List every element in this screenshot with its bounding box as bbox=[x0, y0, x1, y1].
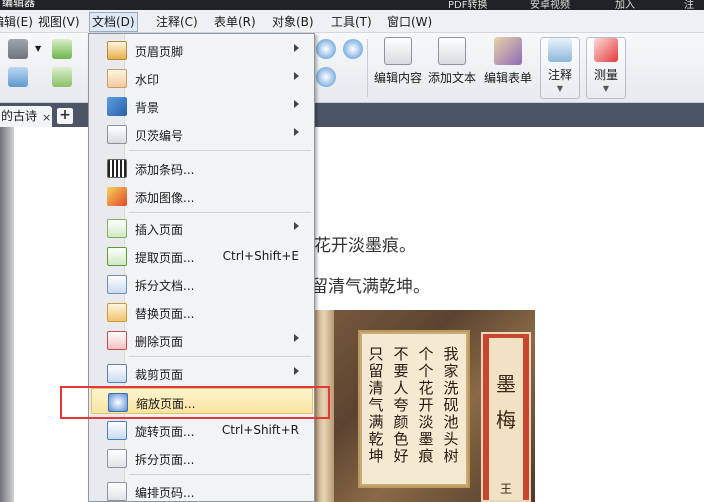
menu-item-split-page[interactable]: 拆分页面... bbox=[91, 445, 313, 471]
join-link[interactable]: 加入 bbox=[615, 0, 635, 10]
zoom-out-icon[interactable] bbox=[343, 39, 363, 59]
barcode-icon bbox=[107, 159, 127, 178]
submenu-arrow-icon bbox=[294, 100, 299, 108]
poem-line-1: 花开淡墨痕。 bbox=[314, 236, 416, 256]
add-text-icon bbox=[438, 37, 466, 65]
forward-icon[interactable] bbox=[52, 67, 72, 87]
add-text-button[interactable]: 添加文本 bbox=[426, 37, 478, 99]
poem-painting: 我家洗砚池头树 个个花开淡墨痕 不要人夸颜色好 只留清气满乾坤 墨梅 王 bbox=[314, 310, 535, 502]
rotate-page-icon bbox=[107, 421, 127, 440]
menu-document[interactable]: 文档(D) bbox=[89, 12, 138, 32]
menu-item-arrange-page-numbers[interactable]: 编排页码... bbox=[91, 478, 313, 501]
add-tab-icon[interactable]: + bbox=[57, 108, 73, 124]
title-bar: 编辑器 PDF转换 安卓视频 加入 注 bbox=[0, 0, 704, 10]
menu-bar: 编辑(E) 视图(V) 文档(D) 注释(C) 表单(R) 对象(B) 工具(T… bbox=[0, 10, 704, 33]
poem-column-4: 只留清气满乾坤 bbox=[368, 345, 384, 465]
register-link[interactable]: 注 bbox=[684, 0, 694, 10]
add-image-icon bbox=[107, 187, 127, 206]
poem-line-2: 留清气满乾坤。 bbox=[311, 277, 430, 297]
poem-author: 王 bbox=[499, 482, 512, 496]
submenu-arrow-icon bbox=[294, 367, 299, 375]
edit-form-icon bbox=[494, 37, 522, 65]
crop-page-icon bbox=[107, 364, 127, 383]
highlight-box bbox=[60, 386, 330, 419]
window-title: 编辑器 bbox=[2, 0, 35, 9]
menu-item-insert-page[interactable]: 插入页面 bbox=[91, 215, 313, 241]
menu-view[interactable]: 视图(V) bbox=[36, 13, 82, 31]
edit-content-button[interactable]: 编辑内容 bbox=[372, 37, 424, 99]
menu-divider bbox=[129, 474, 311, 475]
measure-icon bbox=[594, 38, 618, 62]
submenu-arrow-icon bbox=[294, 222, 299, 230]
poem-title: 墨梅 bbox=[496, 372, 516, 432]
menu-item-rotate-page[interactable]: 旋转页面... Ctrl+Shift+R bbox=[91, 417, 313, 443]
menu-item-watermark[interactable]: 水印 bbox=[91, 65, 313, 91]
submenu-arrow-icon bbox=[294, 128, 299, 136]
edit-content-icon bbox=[384, 37, 412, 65]
menu-item-crop-page[interactable]: 裁剪页面 bbox=[91, 360, 313, 386]
zoom-in-icon[interactable] bbox=[316, 39, 336, 59]
document-menu: 页眉页脚 水印 背景 贝茨编号 添加条码... 添加图像... 插入页面 提取页… bbox=[88, 33, 315, 502]
menu-form[interactable]: 表单(R) bbox=[212, 13, 258, 31]
menu-item-add-image[interactable]: 添加图像... bbox=[91, 183, 313, 209]
split-document-icon bbox=[107, 275, 127, 294]
menu-item-delete-page[interactable]: 删除页面 bbox=[91, 327, 313, 353]
toolbar-separator bbox=[367, 39, 368, 97]
background-icon bbox=[107, 97, 127, 116]
title-panel: 墨梅 王 bbox=[481, 332, 531, 502]
bates-number-icon bbox=[107, 125, 127, 144]
measure-dropdown-icon: ▼ bbox=[602, 84, 610, 93]
annotate-dropdown-icon: ▼ bbox=[556, 84, 564, 93]
submenu-arrow-icon bbox=[294, 72, 299, 80]
menu-item-add-barcode[interactable]: 添加条码... bbox=[91, 155, 313, 181]
replace-page-icon bbox=[107, 303, 127, 322]
delete-page-icon bbox=[107, 331, 127, 350]
menu-item-replace-page[interactable]: 替换页面... bbox=[91, 299, 313, 325]
menu-window[interactable]: 窗口(W) bbox=[385, 13, 434, 31]
watermark-icon bbox=[107, 69, 127, 88]
print-icon[interactable] bbox=[8, 39, 28, 59]
email-icon[interactable] bbox=[8, 67, 28, 87]
page-number-icon bbox=[107, 482, 127, 501]
poem-column-3: 不要人夸颜色好 bbox=[393, 345, 409, 465]
page-edge bbox=[0, 127, 14, 502]
menu-item-split-document[interactable]: 拆分文档... bbox=[91, 271, 313, 297]
poem-column-1: 我家洗砚池头树 bbox=[443, 345, 459, 465]
menu-divider bbox=[129, 150, 311, 151]
close-icon[interactable]: × bbox=[42, 108, 51, 128]
annotate-button[interactable]: 注释 ▼ bbox=[540, 37, 580, 99]
poem-scroll: 我家洗砚池头树 个个花开淡墨痕 不要人夸颜色好 只留清气满乾坤 bbox=[358, 330, 470, 488]
measure-button[interactable]: 测量 ▼ bbox=[586, 37, 626, 99]
submenu-arrow-icon bbox=[294, 334, 299, 342]
insert-page-icon bbox=[107, 219, 127, 238]
split-page-icon bbox=[107, 449, 127, 468]
extract-page-icon bbox=[107, 247, 127, 266]
header-footer-icon bbox=[107, 41, 127, 60]
menu-edit[interactable]: 编辑(E) bbox=[0, 13, 35, 31]
annotate-icon bbox=[548, 38, 572, 62]
print-dropdown-icon[interactable]: ▼ bbox=[35, 44, 41, 53]
menu-object[interactable]: 对象(B) bbox=[270, 13, 316, 31]
menu-item-bates-number[interactable]: 贝茨编号 bbox=[91, 121, 313, 147]
menu-tools[interactable]: 工具(T) bbox=[329, 13, 374, 31]
pdf-convert-link[interactable]: PDF转换 bbox=[448, 0, 487, 10]
menu-divider bbox=[129, 356, 311, 357]
submenu-arrow-icon bbox=[294, 44, 299, 52]
document-tab[interactable]: 的古诗 × bbox=[0, 106, 52, 127]
menu-item-background[interactable]: 背景 bbox=[91, 93, 313, 119]
edit-form-button[interactable]: 编辑表单 bbox=[481, 37, 535, 99]
zoom-add-icon[interactable] bbox=[316, 67, 336, 87]
menu-divider bbox=[129, 212, 311, 213]
menu-item-extract-page[interactable]: 提取页面... Ctrl+Shift+E bbox=[91, 243, 313, 269]
back-icon[interactable] bbox=[52, 39, 72, 59]
menu-annotate[interactable]: 注释(C) bbox=[154, 13, 200, 31]
menu-item-header-footer[interactable]: 页眉页脚 bbox=[91, 37, 313, 63]
poem-column-2: 个个花开淡墨痕 bbox=[418, 345, 434, 465]
video-link[interactable]: 安卓视频 bbox=[530, 0, 570, 10]
